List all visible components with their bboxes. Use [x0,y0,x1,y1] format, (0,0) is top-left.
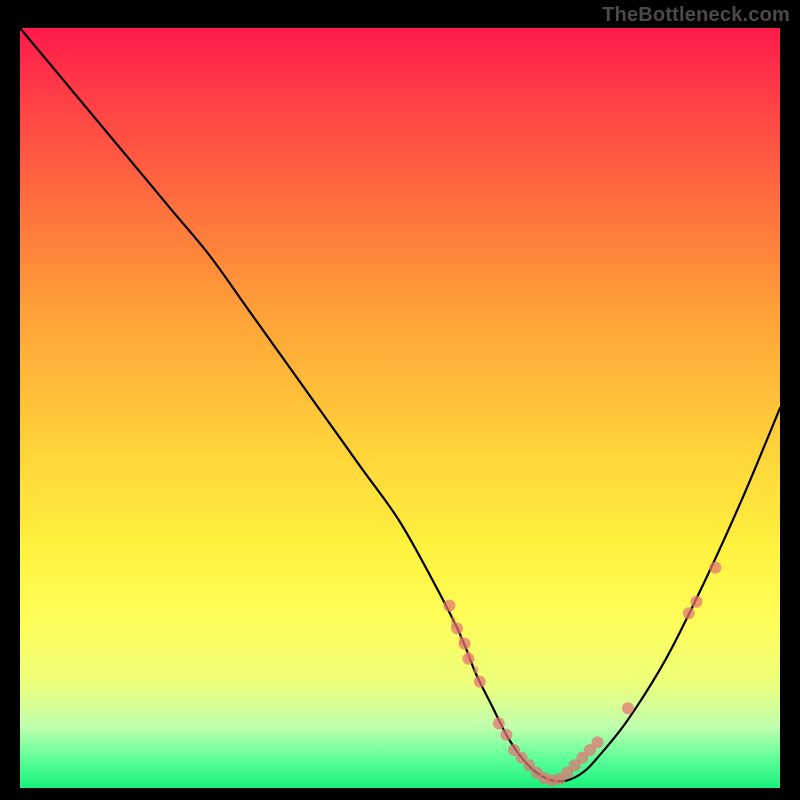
data-point [683,607,695,619]
curve-drip-accent [459,636,463,645]
data-point [500,729,512,741]
chart-stage: TheBottleneck.com [0,0,800,800]
data-point [709,562,721,574]
data-point [622,702,634,714]
data-point [592,736,604,748]
plot-area [20,28,780,788]
bottleneck-curve-line [20,28,780,781]
curve-drip-accent [466,651,470,659]
data-point-markers [443,562,721,787]
data-point [690,596,702,608]
data-point [474,676,486,688]
data-point [493,717,505,729]
curve-drip-accent [474,666,478,673]
watermark-text: TheBottleneck.com [602,4,790,27]
chart-svg [20,28,780,788]
curve-drip-accent [451,617,455,627]
data-point [443,600,455,612]
